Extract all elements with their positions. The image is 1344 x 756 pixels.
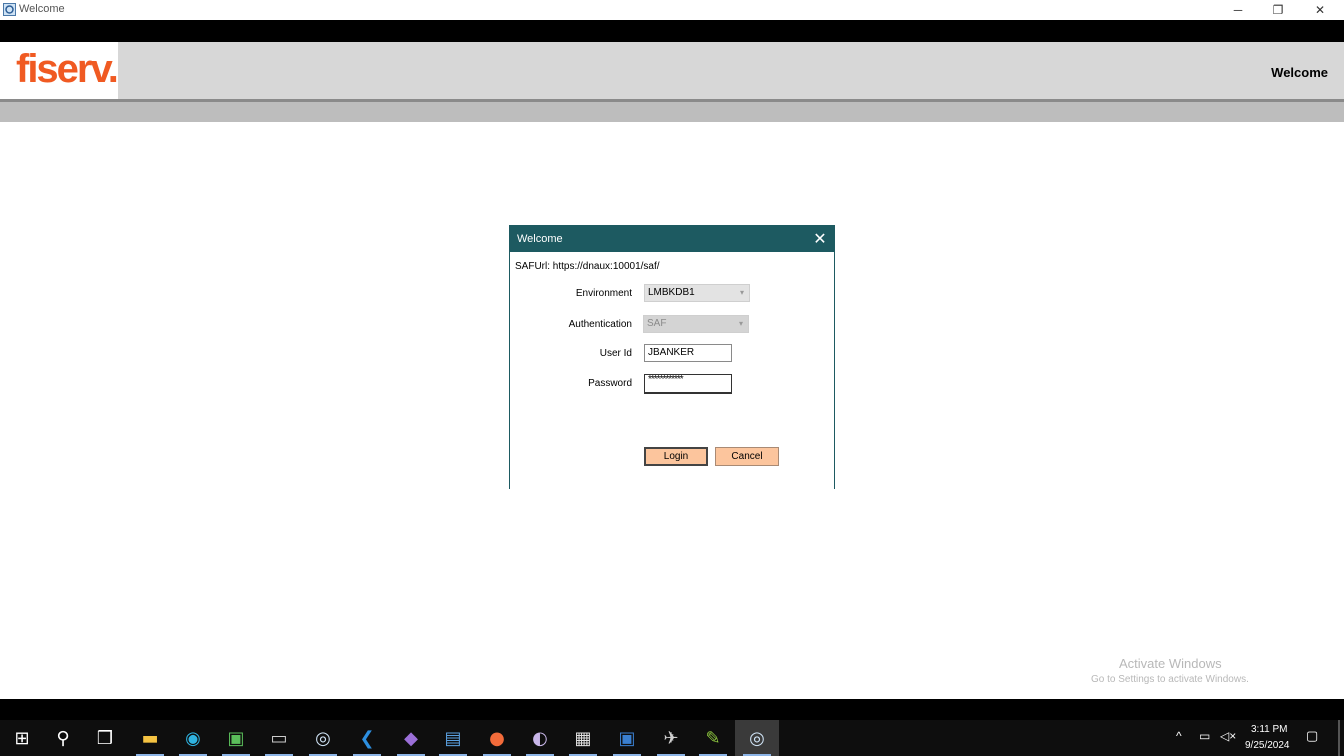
- environment-value: LMBKDB1: [648, 287, 695, 298]
- black-band: [0, 20, 1344, 42]
- fiserv-logo: fiserv.: [16, 47, 119, 91]
- taskbar-remote-app-icon[interactable]: ✈: [649, 720, 693, 756]
- environment-label: Environment: [575, 288, 632, 299]
- window-titlebar: [0, 0, 1344, 20]
- taskbar-window-app-icon[interactable]: ▦: [561, 720, 605, 756]
- activation-watermark-subtitle: Go to Settings to activate Windows.: [1091, 674, 1249, 685]
- eclipse-icon: ◐: [532, 727, 548, 749]
- vscode-icon: ❮: [359, 727, 375, 749]
- clock-time[interactable]: 3:11 PM: [1251, 724, 1288, 735]
- user-id-label: User Id: [599, 348, 632, 359]
- window-app-icon: ▦: [574, 727, 592, 749]
- notification-icon[interactable]: ▢: [1306, 728, 1324, 746]
- clock-date[interactable]: 9/25/2024: [1245, 740, 1290, 751]
- password-input[interactable]: ************: [644, 374, 732, 394]
- taskbar-visual-studio-icon[interactable]: ◆: [389, 720, 433, 756]
- restore-button[interactable]: ❐: [1258, 0, 1298, 20]
- taskbar-edge-icon[interactable]: ◉: [171, 720, 215, 756]
- document-app-icon: ▤: [444, 727, 462, 749]
- start-icon: ⊞: [14, 727, 30, 749]
- saf-url-text: SAFUrl: https://dnaux:10001/saf/: [515, 261, 660, 272]
- taskbar-welcome-app-icon[interactable]: ◎: [735, 720, 779, 756]
- welcome-app-icon: ◎: [749, 727, 765, 749]
- authentication-label: Authentication: [568, 319, 632, 330]
- authentication-select: SAF ▾: [643, 315, 749, 333]
- taskbar-eclipse-icon[interactable]: ◐: [518, 720, 562, 756]
- taskbar-task-view-icon[interactable]: ❒: [83, 720, 127, 756]
- app-icon: ▣: [227, 727, 245, 749]
- taskbar-document-app-icon[interactable]: ▤: [431, 720, 475, 756]
- file-explorer-icon: ▬: [141, 727, 159, 749]
- postman-icon: ●: [489, 727, 505, 749]
- task-view-icon: ❒: [96, 727, 114, 749]
- tray-overflow-icon[interactable]: ^: [1176, 729, 1182, 743]
- header-title: Welcome: [1271, 65, 1328, 80]
- minimize-button[interactable]: ─: [1218, 0, 1258, 20]
- window-title: Welcome: [19, 3, 65, 15]
- taskbar-search-icon[interactable]: ⚲: [41, 720, 85, 756]
- taskbar-app-icon[interactable]: ▣: [214, 720, 258, 756]
- taskbar-terminal-icon[interactable]: ▭: [257, 720, 301, 756]
- show-desktop-button[interactable]: [1338, 720, 1340, 756]
- remote-app-icon: ✈: [663, 727, 679, 749]
- taskbar-start-icon[interactable]: ⊞: [0, 720, 44, 756]
- taskbar-notepad-icon[interactable]: ✎: [691, 720, 735, 756]
- chevron-down-icon: ▾: [738, 319, 743, 328]
- network-icon[interactable]: ▭: [1199, 729, 1210, 743]
- notepad-icon: ✎: [705, 727, 721, 749]
- dialog-title: Welcome: [517, 233, 563, 245]
- user-id-input[interactable]: JBANKER: [644, 344, 732, 362]
- dialog-close-icon[interactable]: ✕: [810, 228, 830, 250]
- taskbar-postman-icon[interactable]: ●: [475, 720, 519, 756]
- edge-icon: ◉: [185, 727, 201, 749]
- close-window-button[interactable]: ✕: [1300, 0, 1340, 20]
- black-band-bottom: [0, 699, 1344, 720]
- terminal-icon: ▭: [270, 727, 288, 749]
- sub-header-bar: [0, 102, 1344, 122]
- activation-watermark-title: Activate Windows: [1119, 656, 1222, 671]
- search-icon: ⚲: [56, 727, 70, 749]
- visual-studio-icon: ◆: [404, 727, 418, 749]
- taskbar-blue-app-icon[interactable]: ▣: [605, 720, 649, 756]
- app-icon: [3, 3, 16, 16]
- cancel-button[interactable]: Cancel: [715, 447, 779, 466]
- blue-app-icon: ▣: [618, 727, 636, 749]
- volume-muted-icon[interactable]: ◁×: [1220, 729, 1236, 743]
- password-label: Password: [588, 378, 632, 389]
- taskbar-file-explorer-icon[interactable]: ▬: [128, 720, 172, 756]
- authentication-value: SAF: [647, 318, 667, 329]
- taskbar-vscode-icon[interactable]: ❮: [345, 720, 389, 756]
- login-dialog: Welcome ✕ SAFUrl: https://dnaux:10001/sa…: [509, 225, 835, 489]
- fiserv-app-icon: ◎: [315, 727, 331, 749]
- chevron-down-icon: ▾: [739, 288, 744, 297]
- environment-select[interactable]: LMBKDB1 ▾: [644, 284, 750, 302]
- app-header: [0, 42, 1344, 99]
- login-button[interactable]: Login: [644, 447, 708, 466]
- taskbar-fiserv-app-icon[interactable]: ◎: [301, 720, 345, 756]
